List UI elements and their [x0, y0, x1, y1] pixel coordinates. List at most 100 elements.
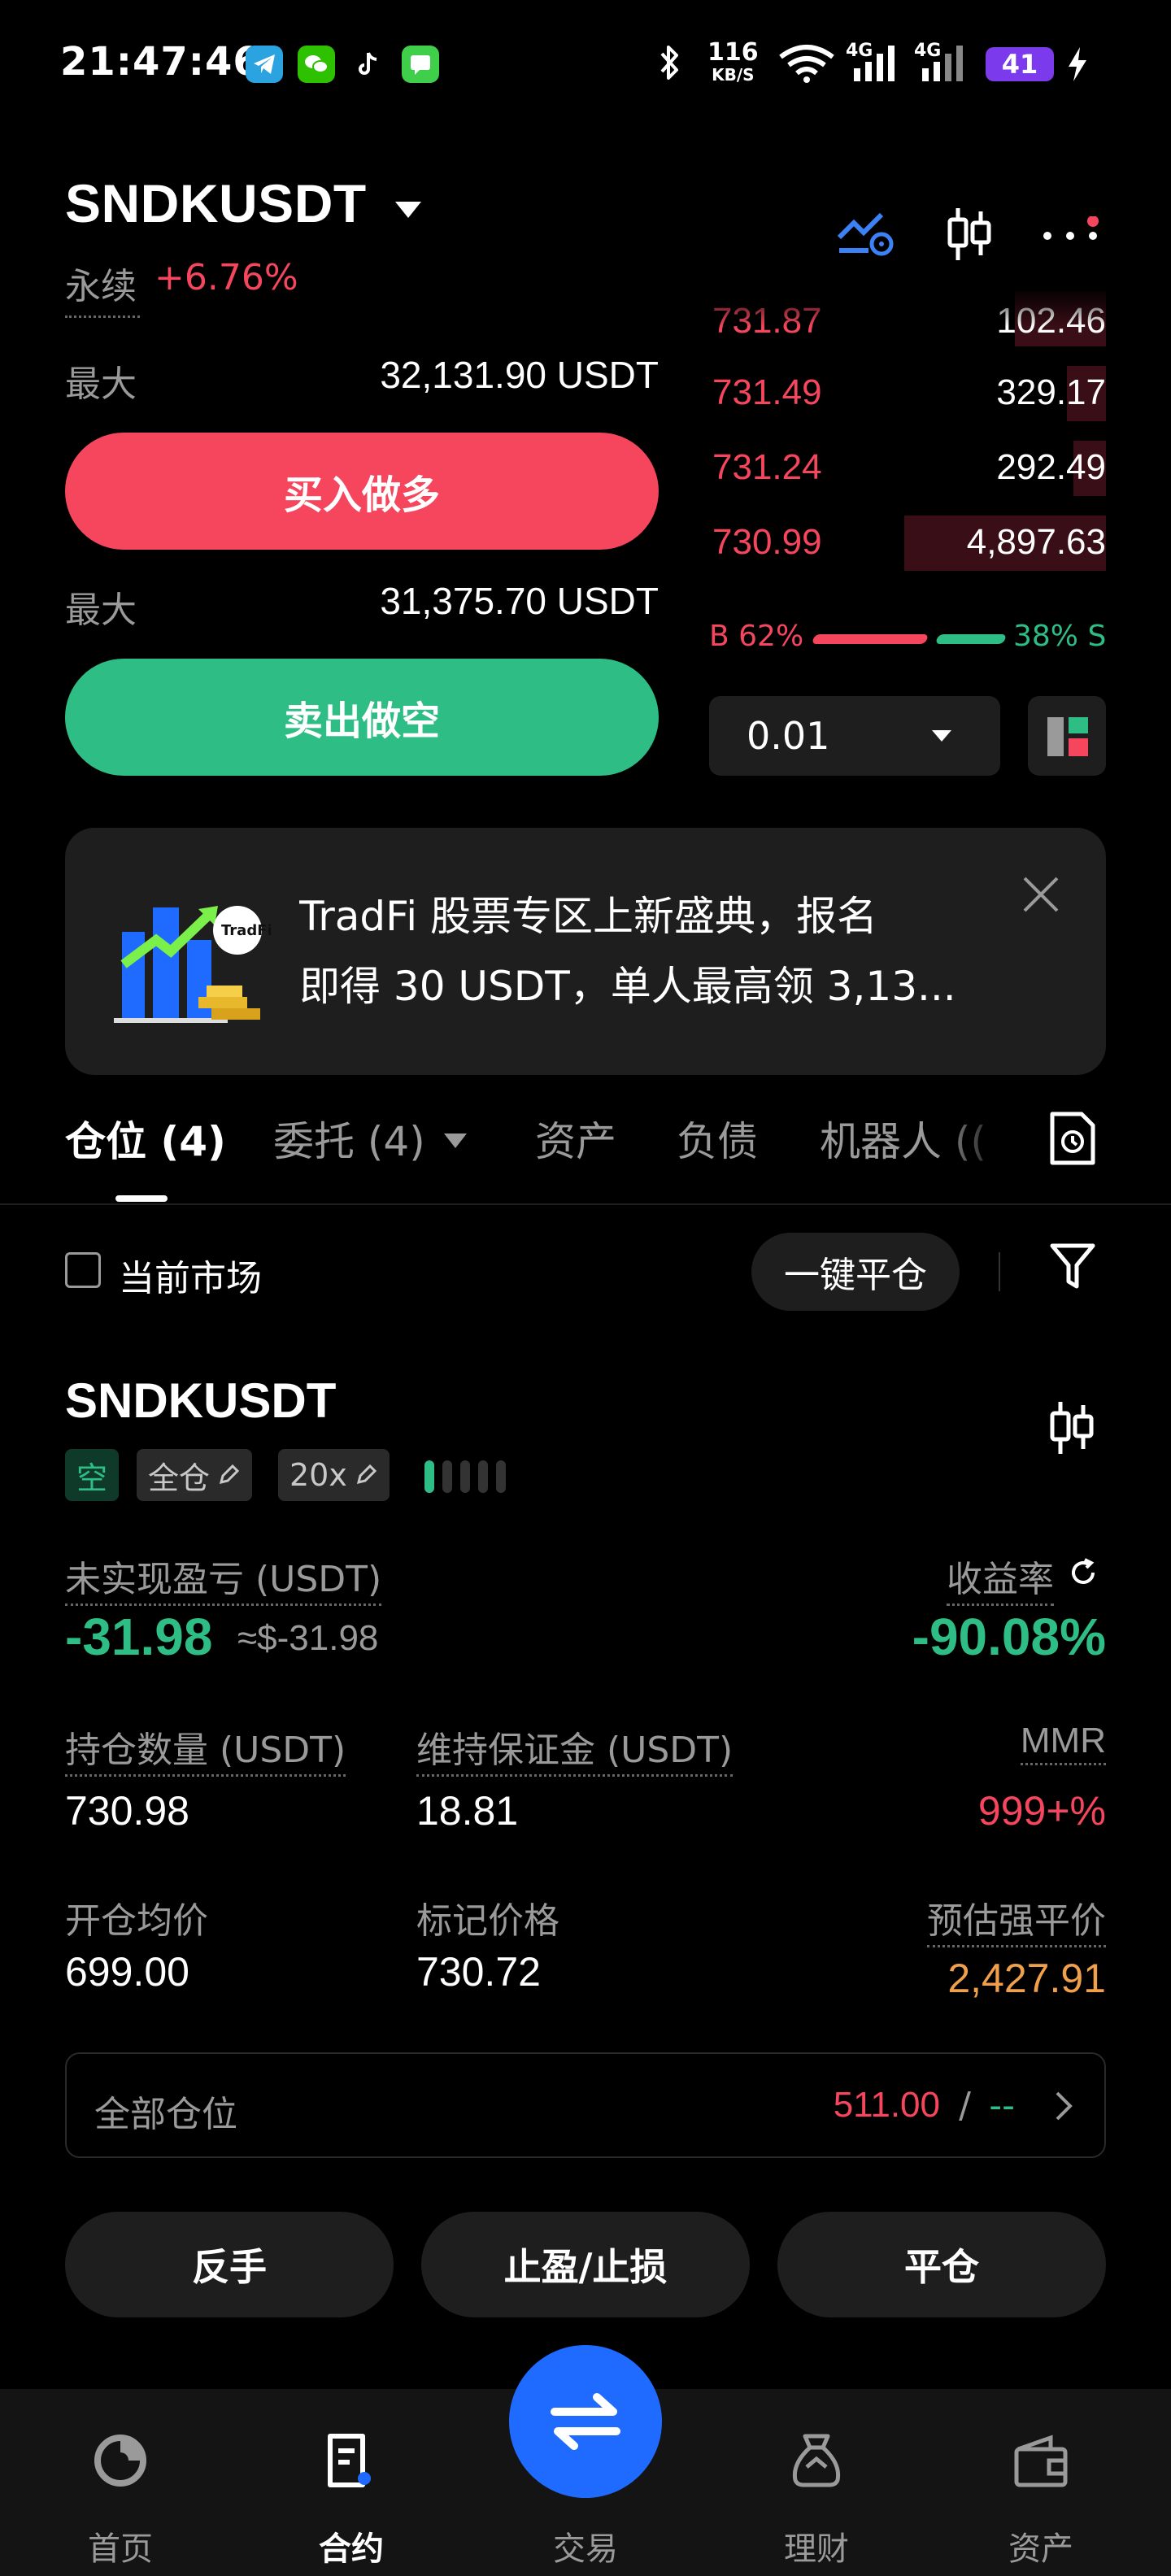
- nav-earn-label: 理财: [784, 2530, 849, 2568]
- roe-value: -90.08%: [912, 1608, 1106, 1666]
- pair-title[interactable]: SNDKUSDT: [65, 172, 367, 234]
- mmr-label[interactable]: MMR: [1020, 1721, 1106, 1765]
- ask-row[interactable]: 731.24 292.49: [712, 436, 1106, 501]
- promo-banner[interactable]: TradFi TradFi 股票专区上新盛典，报名 即得 30 USDT，单人最…: [65, 828, 1106, 1075]
- margin-mode-text: 全仓: [148, 1460, 211, 1496]
- sell-ratio-label: 38% S: [1013, 620, 1107, 653]
- unrealized-pnl-label[interactable]: 未实现盈亏 (USDT): [65, 1550, 382, 1606]
- sell-max-value: 31,375.70 USDT: [380, 580, 659, 622]
- roe-label[interactable]: 收益率: [947, 1550, 1054, 1606]
- ask-price: 730.99: [712, 522, 822, 562]
- tab-positions[interactable]: 仓位 (4): [65, 1109, 226, 1168]
- ask-row[interactable]: 730.99 4,897.63: [712, 511, 1106, 576]
- ask-qty: 329.17: [996, 372, 1106, 412]
- close-all-button[interactable]: 一键平仓: [751, 1233, 960, 1311]
- liq-price-value: 2,427.91: [947, 1956, 1106, 2001]
- perp-underline: [65, 315, 140, 318]
- tab-liabilities[interactable]: 负债: [677, 1109, 758, 1168]
- maint-margin-label[interactable]: 维持保证金 (USDT): [416, 1721, 734, 1777]
- ask-price: 731.49: [712, 372, 822, 412]
- sell-ratio-bar: [934, 634, 1008, 644]
- liq-price-label[interactable]: 预估强平价: [927, 1891, 1106, 1947]
- layout-icon: [1047, 717, 1088, 756]
- buy-ratio-label: B 62%: [709, 620, 804, 653]
- banner-line-1: TradFi 股票专区上新盛典，报名: [299, 893, 878, 940]
- tpsl-button[interactable]: 止盈/止损: [421, 2212, 750, 2317]
- nav-assets-label: 资产: [1008, 2530, 1073, 2568]
- precision-value: 0.01: [747, 714, 830, 758]
- all-positions-value: 511.00: [833, 2085, 940, 2125]
- chevron-right-icon: [1056, 2091, 1073, 2121]
- buy-long-button[interactable]: 买入做多: [65, 433, 659, 550]
- nav-trade[interactable]: 交易: [504, 2345, 667, 2576]
- entry-price-value: 699.00: [65, 1949, 189, 1995]
- chevron-down-icon: [932, 730, 951, 742]
- refresh-icon[interactable]: [1067, 1556, 1099, 1589]
- position-chart-icon[interactable]: [1046, 1399, 1098, 1457]
- bluetooth-icon: [657, 42, 681, 86]
- nav-home[interactable]: 首页: [39, 2389, 202, 2576]
- size-label[interactable]: 持仓数量 (USDT): [65, 1721, 346, 1777]
- side-text: 空: [76, 1460, 108, 1496]
- unrealized-pnl-usd: ≈$-31.98: [237, 1618, 379, 1658]
- adl-indicator: [424, 1460, 506, 1493]
- precision-select[interactable]: 0.01: [709, 696, 1000, 776]
- entry-price-label: 开仓均价: [65, 1900, 208, 1942]
- net-speed-value: 116: [707, 38, 759, 67]
- chart-signal-icon[interactable]: [836, 208, 896, 262]
- side-badge: 空: [65, 1449, 119, 1501]
- close-icon[interactable]: [1021, 875, 1060, 914]
- battery-icon: 41: [986, 47, 1054, 81]
- status-time: 21:47:46: [60, 39, 261, 85]
- nav-earn[interactable]: 理财: [735, 2389, 898, 2576]
- swap-button[interactable]: [509, 2345, 662, 2498]
- wifi-icon: [777, 44, 836, 86]
- filter-icon[interactable]: [1049, 1241, 1096, 1291]
- tab-orders-chevron-icon[interactable]: [442, 1132, 468, 1150]
- ask-qty: 292.49: [996, 447, 1106, 487]
- current-market-label: 当前市场: [119, 1258, 262, 1299]
- margin-mode-chip[interactable]: 全仓: [137, 1449, 253, 1501]
- tiktok-icon: [350, 46, 387, 83]
- nav-assets[interactable]: 资产: [960, 2389, 1122, 2576]
- all-positions-row[interactable]: 全部仓位 511.00 / --: [65, 2052, 1106, 2158]
- more-icon[interactable]: [1041, 215, 1106, 252]
- nav-trade-label: 交易: [553, 2530, 618, 2568]
- ask-qty: 4,897.63: [966, 522, 1106, 562]
- banner-line-2: 即得 30 USDT，单人最高领 3,13...: [299, 963, 956, 1010]
- nav-home-label: 首页: [88, 2530, 153, 2568]
- size-value: 730.98: [65, 1788, 189, 1834]
- close-position-button[interactable]: 平仓: [777, 2212, 1106, 2317]
- buy-max-value: 32,131.90 USDT: [380, 354, 659, 396]
- contract-icon: [328, 2434, 371, 2487]
- current-market-checkbox[interactable]: [65, 1252, 101, 1288]
- banner-text: TradFi 股票专区上新盛典，报名 即得 30 USDT，单人最高领 3,13…: [299, 881, 999, 1021]
- leverage-text: 20x: [289, 1457, 347, 1493]
- orderbook-layout-button[interactable]: [1028, 696, 1106, 776]
- signal1-label: 4G: [846, 41, 873, 61]
- leverage-chip[interactable]: 20x: [278, 1449, 390, 1501]
- sell-short-button[interactable]: 卖出做空: [65, 659, 659, 776]
- wechat-icon: [298, 46, 335, 83]
- tab-orders[interactable]: 委托 (4): [273, 1109, 425, 1168]
- telegram-icon: [246, 46, 283, 83]
- bottom-nav: 首页 合约 交易 理财 资产: [0, 2345, 1171, 2576]
- signal-icon-1: 4G: [846, 41, 898, 86]
- mmr-value: 999+%: [977, 1788, 1106, 1834]
- all-positions-value2: --: [989, 2085, 1015, 2126]
- candlestick-icon[interactable]: [943, 205, 995, 267]
- tab-assets[interactable]: 资产: [535, 1109, 616, 1168]
- adl-bar: [496, 1460, 506, 1493]
- adl-bar: [460, 1460, 470, 1493]
- signal-icon-2: 4G: [914, 41, 966, 86]
- ask-row[interactable]: 731.49 329.17: [712, 361, 1106, 426]
- home-icon: [94, 2435, 146, 2487]
- nav-contract-label: 合约: [319, 2530, 384, 2568]
- nav-contract[interactable]: 合约: [270, 2389, 433, 2576]
- adl-bar: [478, 1460, 488, 1493]
- sell-max-label: 最大: [65, 590, 137, 631]
- pair-dropdown-icon[interactable]: [394, 200, 423, 223]
- history-doc-icon[interactable]: [1049, 1111, 1096, 1166]
- reverse-button[interactable]: 反手: [65, 2212, 394, 2317]
- position-symbol[interactable]: SNDKUSDT: [65, 1373, 336, 1429]
